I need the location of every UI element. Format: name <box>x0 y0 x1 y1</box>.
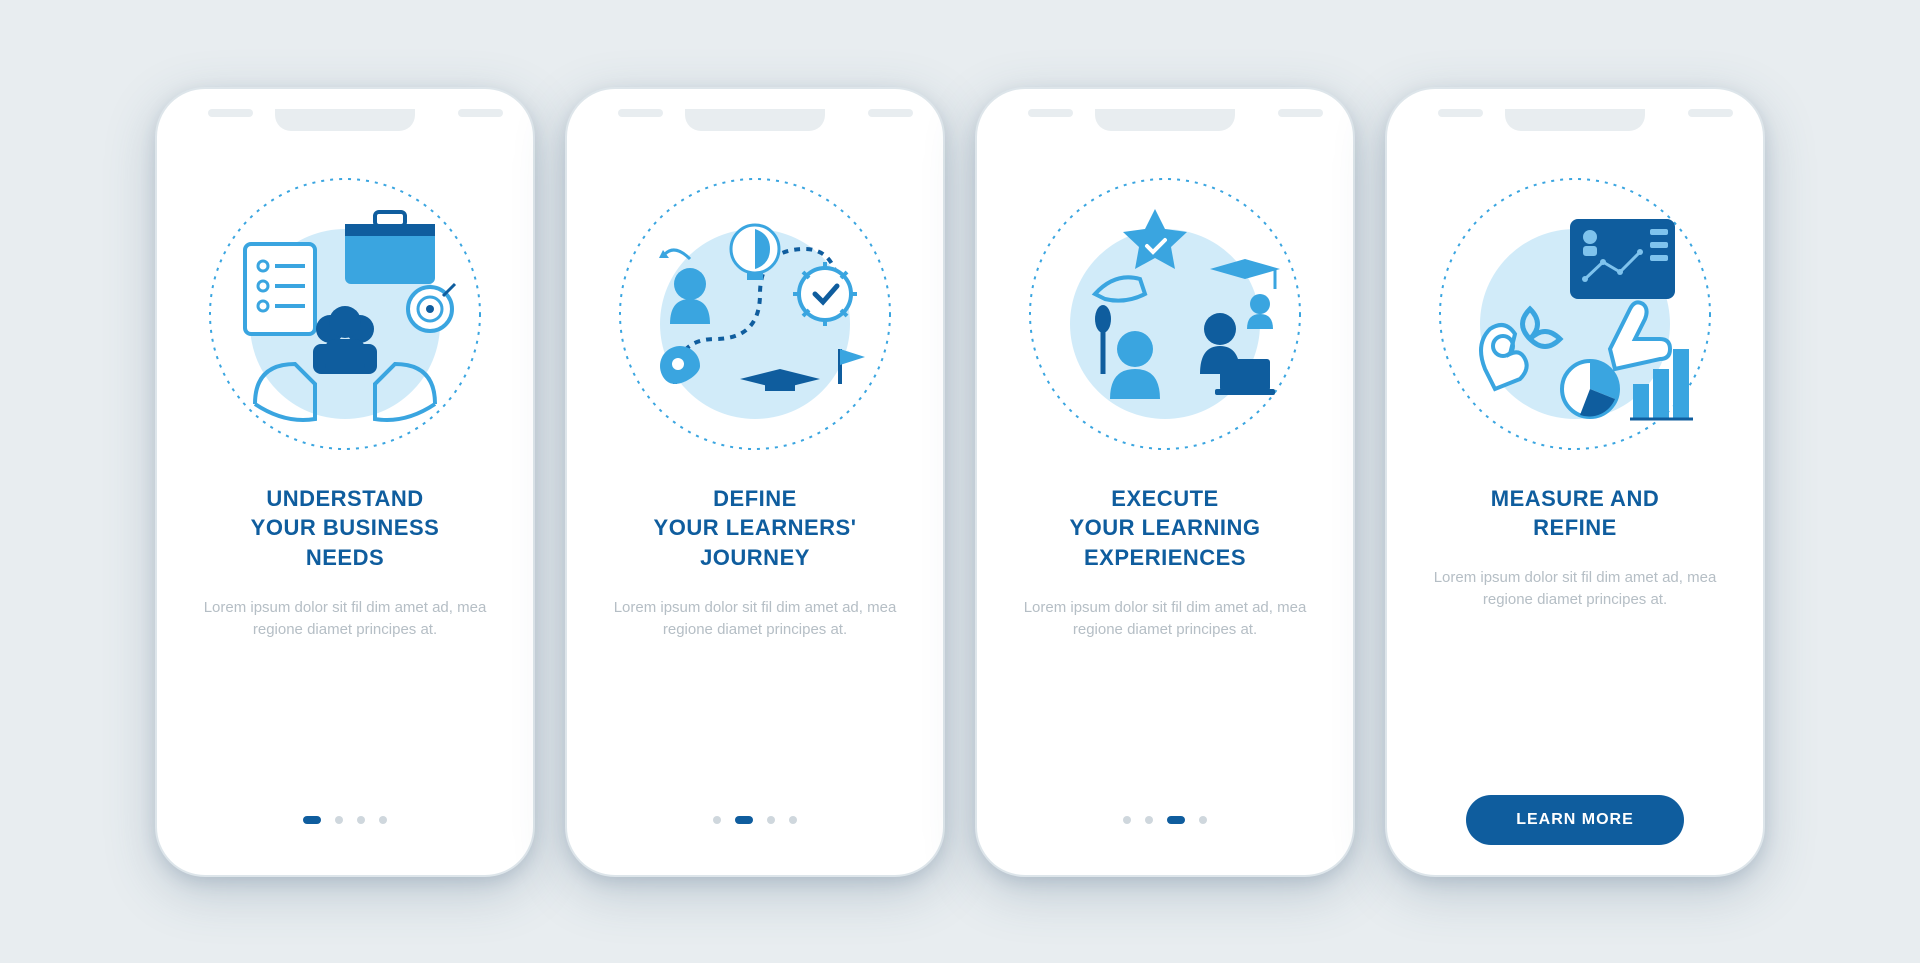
dot-4[interactable] <box>1199 816 1207 824</box>
dot-2[interactable] <box>735 816 753 824</box>
screen-title: EXECUTE YOUR LEARNING EXPERIENCES <box>1069 484 1260 573</box>
dot-3[interactable] <box>1167 816 1185 824</box>
dot-4[interactable] <box>789 816 797 824</box>
dot-1[interactable] <box>303 816 321 824</box>
dot-2[interactable] <box>335 816 343 824</box>
phone-mockup-4: MEASURE AND REFINE Lorem ipsum dolor sit… <box>1385 87 1765 877</box>
phone-mockup-1: UNDERSTAND YOUR BUSINESS NEEDS Lorem ips… <box>155 87 535 877</box>
learn-more-button[interactable]: LEARN MORE <box>1466 795 1684 845</box>
pagination-dots <box>597 795 913 845</box>
dot-1[interactable] <box>1123 816 1131 824</box>
learning-experiences-icon <box>1025 174 1305 454</box>
screen-body: Lorem ipsum dolor sit fil dim amet ad, m… <box>597 597 913 642</box>
dot-2[interactable] <box>1145 816 1153 824</box>
screen-title: DEFINE YOUR LEARNERS' JOURNEY <box>654 484 857 573</box>
pagination-dots <box>1007 795 1323 845</box>
phone-mockup-2: DEFINE YOUR LEARNERS' JOURNEY Lorem ipsu… <box>565 87 945 877</box>
screen-body: Lorem ipsum dolor sit fil dim amet ad, m… <box>187 597 503 642</box>
learners-journey-icon <box>615 174 895 454</box>
cta-footer: LEARN MORE <box>1417 795 1733 845</box>
screen-body: Lorem ipsum dolor sit fil dim amet ad, m… <box>1007 597 1323 642</box>
dot-4[interactable] <box>379 816 387 824</box>
dot-3[interactable] <box>357 816 365 824</box>
measure-refine-icon <box>1435 174 1715 454</box>
onboarding-phones-row: UNDERSTAND YOUR BUSINESS NEEDS Lorem ips… <box>155 87 1765 877</box>
pagination-dots <box>187 795 503 845</box>
screen-title: UNDERSTAND YOUR BUSINESS NEEDS <box>251 484 440 573</box>
dot-1[interactable] <box>713 816 721 824</box>
business-needs-icon <box>205 174 485 454</box>
phone-mockup-3: EXECUTE YOUR LEARNING EXPERIENCES Lorem … <box>975 87 1355 877</box>
screen-title: MEASURE AND REFINE <box>1491 484 1659 543</box>
dot-3[interactable] <box>767 816 775 824</box>
screen-body: Lorem ipsum dolor sit fil dim amet ad, m… <box>1417 567 1733 612</box>
